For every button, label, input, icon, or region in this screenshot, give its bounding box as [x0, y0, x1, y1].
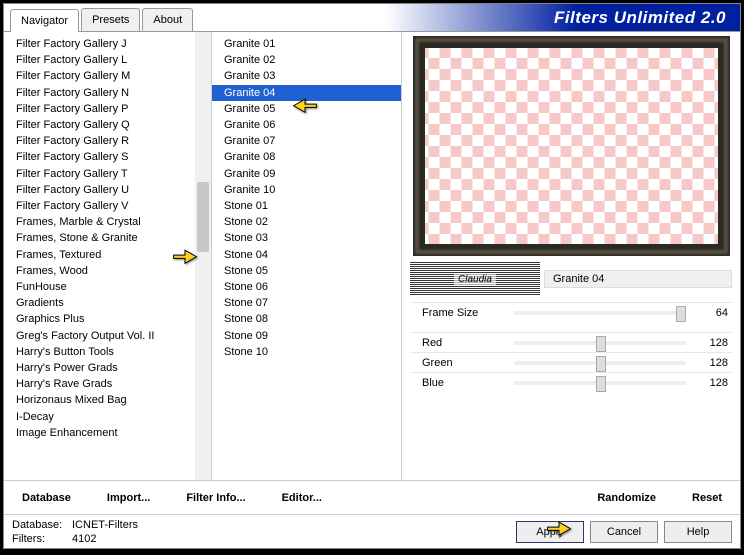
- action-buttons: Apply Cancel Help: [516, 521, 732, 543]
- filters-label: Filters:: [12, 532, 72, 546]
- filter-item[interactable]: Stone 01: [212, 198, 401, 214]
- status-text: Database:ICNET-Filters Filters:4102: [12, 518, 138, 546]
- help-button[interactable]: Help: [664, 521, 732, 543]
- filter-item[interactable]: Stone 09: [212, 328, 401, 344]
- watermark: Claudia: [410, 262, 540, 296]
- category-item[interactable]: I-Decay: [4, 409, 211, 425]
- app-window: Navigator Presets About Filters Unlimite…: [3, 3, 741, 549]
- category-item[interactable]: Harry's Rave Grads: [4, 376, 211, 392]
- filter-name-row: Claudia Granite 04: [410, 262, 732, 296]
- category-item[interactable]: Greg's Factory Output Vol. II: [4, 328, 211, 344]
- main-body: Filter Factory Gallery JFilter Factory G…: [4, 32, 740, 480]
- category-item[interactable]: Gradients: [4, 295, 211, 311]
- tab-presets[interactable]: Presets: [81, 8, 140, 31]
- db-value: ICNET-Filters: [72, 519, 138, 531]
- filter-item[interactable]: Granite 05: [212, 101, 401, 117]
- tab-navigator[interactable]: Navigator: [10, 9, 79, 32]
- category-item[interactable]: Frames, Wood: [4, 263, 211, 279]
- filter-info-button[interactable]: Filter Info...: [168, 492, 263, 504]
- filter-item[interactable]: Stone 04: [212, 247, 401, 263]
- preview-panel: Claudia Granite 04 Frame Size 64 Red 128…: [402, 32, 740, 480]
- slider-frame-size[interactable]: [514, 311, 686, 315]
- filter-item[interactable]: Granite 04: [212, 85, 401, 101]
- filter-item[interactable]: Granite 08: [212, 149, 401, 165]
- param-value: 128: [698, 377, 728, 389]
- category-item[interactable]: Filter Factory Gallery P: [4, 101, 211, 117]
- category-list[interactable]: Filter Factory Gallery JFilter Factory G…: [4, 32, 212, 480]
- filter-item[interactable]: Stone 06: [212, 279, 401, 295]
- param-frame-size: Frame Size 64: [410, 302, 732, 322]
- filter-item[interactable]: Granite 10: [212, 182, 401, 198]
- editor-button[interactable]: Editor...: [264, 492, 340, 504]
- category-item[interactable]: Filter Factory Gallery S: [4, 149, 211, 165]
- category-item[interactable]: Filter Factory Gallery M: [4, 68, 211, 84]
- param-label: Blue: [422, 377, 502, 389]
- filter-item[interactable]: Stone 02: [212, 214, 401, 230]
- category-item[interactable]: Horizonaus Mixed Bag: [4, 392, 211, 408]
- app-title: Filters Unlimited 2.0: [554, 8, 726, 28]
- randomize-button[interactable]: Randomize: [579, 492, 674, 504]
- filter-item[interactable]: Stone 10: [212, 344, 401, 360]
- filter-item[interactable]: Stone 07: [212, 295, 401, 311]
- filter-item[interactable]: Granite 07: [212, 133, 401, 149]
- category-item[interactable]: Filter Factory Gallery J: [4, 36, 211, 52]
- tab-about[interactable]: About: [142, 8, 193, 31]
- import-button[interactable]: Import...: [89, 492, 168, 504]
- category-item[interactable]: Filter Factory Gallery V: [4, 198, 211, 214]
- category-item[interactable]: Frames, Stone & Granite: [4, 230, 211, 246]
- param-label: Frame Size: [422, 307, 502, 319]
- status-row: Database:ICNET-Filters Filters:4102 Appl…: [4, 514, 740, 548]
- current-filter-name: Granite 04: [544, 270, 732, 288]
- slider-red[interactable]: [514, 341, 686, 345]
- category-item[interactable]: Filter Factory Gallery U: [4, 182, 211, 198]
- category-item[interactable]: FunHouse: [4, 279, 211, 295]
- filters-value: 4102: [72, 533, 96, 545]
- tab-strip: Navigator Presets About: [4, 4, 195, 31]
- filter-list[interactable]: Granite 01Granite 02Granite 03Granite 04…: [212, 32, 402, 480]
- scrollbar[interactable]: [195, 32, 211, 480]
- category-item[interactable]: Filter Factory Gallery R: [4, 133, 211, 149]
- filter-item[interactable]: Granite 02: [212, 52, 401, 68]
- category-item[interactable]: Graphics Plus: [4, 311, 211, 327]
- filter-item[interactable]: Granite 06: [212, 117, 401, 133]
- scroll-thumb[interactable]: [197, 182, 209, 252]
- apply-button[interactable]: Apply: [516, 521, 584, 543]
- bottom-button-row: Database Import... Filter Info... Editor…: [4, 480, 740, 514]
- category-item[interactable]: Filter Factory Gallery N: [4, 85, 211, 101]
- slider-green[interactable]: [514, 361, 686, 365]
- param-green: Green 128: [410, 352, 732, 372]
- filter-item[interactable]: Stone 08: [212, 311, 401, 327]
- param-blue: Blue 128: [410, 372, 732, 392]
- category-item[interactable]: Frames, Textured: [4, 247, 211, 263]
- category-item[interactable]: Harry's Power Grads: [4, 360, 211, 376]
- category-item[interactable]: Harry's Button Tools: [4, 344, 211, 360]
- category-item[interactable]: Filter Factory Gallery L: [4, 52, 211, 68]
- param-label: Red: [422, 337, 502, 349]
- slider-blue[interactable]: [514, 381, 686, 385]
- filter-item[interactable]: Granite 01: [212, 36, 401, 52]
- db-label: Database:: [12, 518, 72, 532]
- filter-item[interactable]: Stone 03: [212, 230, 401, 246]
- reset-button[interactable]: Reset: [674, 492, 740, 504]
- category-item[interactable]: Filter Factory Gallery Q: [4, 117, 211, 133]
- category-item[interactable]: Filter Factory Gallery T: [4, 166, 211, 182]
- cancel-button[interactable]: Cancel: [590, 521, 658, 543]
- category-item[interactable]: Frames, Marble & Crystal: [4, 214, 211, 230]
- param-value: 128: [698, 337, 728, 349]
- preview-image: [413, 36, 730, 256]
- category-item[interactable]: Image Enhancement: [4, 425, 211, 441]
- filter-item[interactable]: Granite 03: [212, 68, 401, 84]
- filter-item[interactable]: Granite 09: [212, 166, 401, 182]
- param-label: Green: [422, 357, 502, 369]
- header: Navigator Presets About Filters Unlimite…: [4, 4, 740, 32]
- param-red: Red 128: [410, 332, 732, 352]
- param-value: 64: [698, 307, 728, 319]
- param-value: 128: [698, 357, 728, 369]
- filter-item[interactable]: Stone 05: [212, 263, 401, 279]
- title-bar: Filters Unlimited 2.0: [195, 4, 740, 31]
- watermark-text: Claudia: [454, 274, 496, 285]
- database-button[interactable]: Database: [4, 492, 89, 504]
